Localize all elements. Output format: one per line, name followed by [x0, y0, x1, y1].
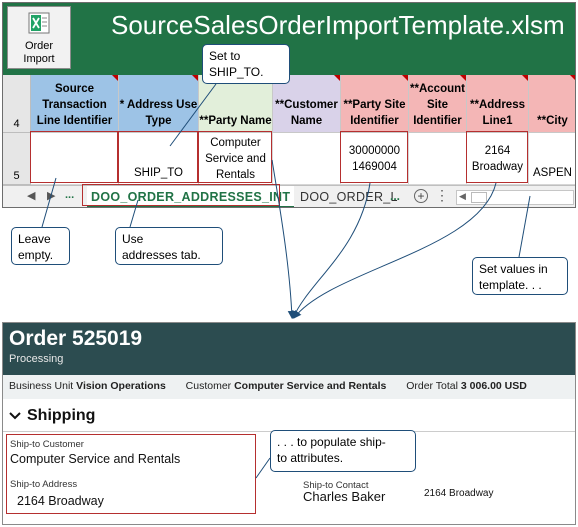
callout-use-addresses-tab: Use addresses tab.: [115, 227, 223, 265]
highlight-ship-to-fields: [6, 434, 256, 514]
callout-populate-ship-to: . . . to populate ship- to attributes.: [270, 430, 416, 472]
ship-to-address-detail: 2164 Broadway: [424, 488, 494, 499]
header-party-site-identifier[interactable]: **Party Site Identifier: [341, 75, 409, 133]
header-city[interactable]: **City: [529, 75, 575, 133]
highlight-addresses-tab: [82, 184, 280, 206]
tab-ellipsis-left[interactable]: ...: [65, 189, 74, 201]
customer-label: Customer: [185, 380, 232, 392]
cell-account-site-identifier[interactable]: [409, 133, 467, 185]
order-header: Order 525019 Processing Business Unit Vi…: [3, 323, 575, 399]
shipping-section-title: Shipping: [27, 407, 96, 424]
header-address-line1[interactable]: **Address Line1: [467, 75, 529, 133]
scrollbar-thumb[interactable]: [471, 192, 487, 203]
horizontal-scrollbar[interactable]: ◀: [456, 190, 574, 205]
customer-value[interactable]: Computer Service and Rentals: [234, 380, 386, 392]
add-sheet-icon[interactable]: +: [414, 189, 428, 203]
callout-set-values: Set values in template. . .: [472, 257, 568, 295]
business-unit-label: Business Unit: [9, 380, 74, 392]
order-import-button[interactable]: Order Import: [7, 6, 71, 69]
order-status: Processing: [9, 353, 64, 365]
callout-leave-empty: Leave empty.: [11, 227, 70, 265]
order-total-label: Order Total: [406, 380, 458, 392]
header-source-transaction-line-id[interactable]: Source Transaction Line Identifier: [31, 75, 119, 133]
order-summary-bar: Business Unit Vision Operations Customer…: [3, 375, 575, 399]
highlight-source-line-id-cell: [30, 131, 118, 183]
highlight-address-use-type-cell: [118, 131, 198, 183]
header-address-use-type[interactable]: * Address Use Type: [119, 75, 199, 133]
row-header-5[interactable]: 5: [3, 133, 31, 185]
workbook-title: SourceSalesOrderImportTemplate.xlsm: [111, 10, 565, 40]
cell-city[interactable]: ASPEN: [529, 133, 575, 185]
cell-customer-name[interactable]: [273, 133, 341, 185]
row-header-4[interactable]: 4: [3, 75, 31, 133]
tab-scroll-right-icon[interactable]: ▶: [47, 189, 55, 202]
highlight-party-site-id-cell: [340, 131, 408, 183]
chevron-down-icon: [9, 412, 21, 420]
tab-scroll-left-icon[interactable]: ◀: [27, 189, 35, 202]
ship-to-contact-value[interactable]: Charles Baker: [303, 489, 385, 504]
tab-doo-order-lines[interactable]: DOO_ORDER_L: [300, 190, 398, 204]
callout-set-to-ship-to: Set to SHIP_TO.: [202, 44, 290, 84]
excel-file-icon: [28, 12, 50, 34]
tab-ellipsis-right[interactable]: ...: [390, 189, 400, 203]
order-import-label: Order Import: [23, 40, 55, 65]
more-options-icon[interactable]: ⋮: [435, 187, 449, 204]
header-account-site-identifier[interactable]: **Account Site Identifier: [409, 75, 467, 133]
shipping-section-toggle[interactable]: Shipping: [9, 407, 95, 425]
highlight-address-line1-cell: [466, 131, 528, 183]
scroll-left-icon[interactable]: ◀: [459, 191, 466, 202]
order-title: Order 525019: [9, 327, 143, 350]
order-total-value: 3 006.00 USD: [460, 380, 527, 392]
business-unit-value: Vision Operations: [76, 380, 166, 392]
highlight-party-name-cell: [198, 131, 272, 183]
